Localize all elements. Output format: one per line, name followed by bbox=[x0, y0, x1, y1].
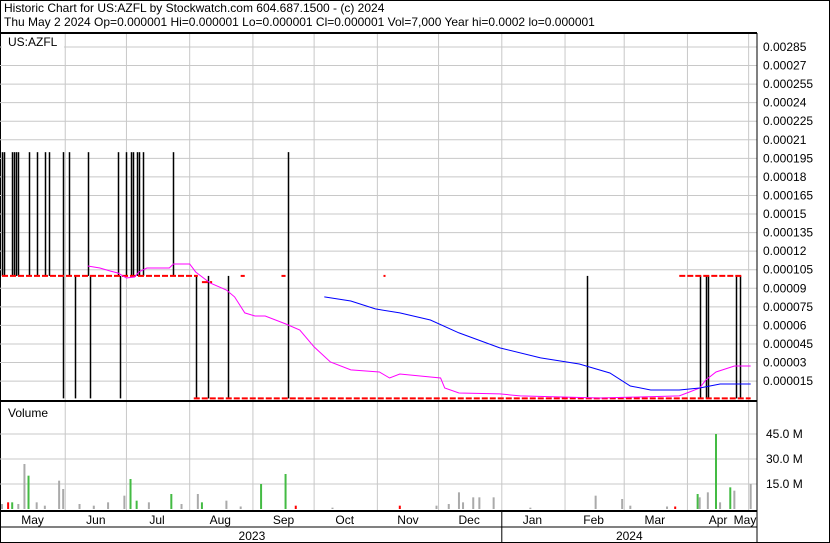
volume-bar bbox=[294, 505, 297, 509]
volume-bar bbox=[135, 500, 138, 509]
volume-bar bbox=[435, 505, 438, 509]
price-tick-label: 0.00006 bbox=[763, 318, 807, 332]
volume-bar bbox=[729, 487, 732, 509]
volume-bar bbox=[123, 495, 126, 509]
volume-bar bbox=[27, 475, 30, 509]
price-tick-label: 0.000045 bbox=[763, 337, 813, 351]
volume-bar bbox=[398, 505, 401, 509]
header-title: Historic Chart for US:AZFL by Stockwatch… bbox=[4, 1, 385, 15]
volume-bar bbox=[170, 494, 173, 509]
month-label: Nov bbox=[397, 513, 418, 527]
symbol-label: US:AZFL bbox=[8, 35, 58, 49]
volume-bar bbox=[447, 504, 450, 509]
volume-bar bbox=[698, 497, 701, 509]
volume-tick-label: 15.0 M bbox=[766, 477, 803, 491]
volume-bar bbox=[719, 502, 722, 509]
volume-bar bbox=[225, 500, 228, 509]
price-tick-label: 0.000105 bbox=[763, 263, 813, 277]
volume-bar bbox=[529, 507, 532, 509]
volume-bar bbox=[733, 490, 736, 509]
month-label: Jun bbox=[86, 513, 105, 527]
year-label: 2024 bbox=[616, 529, 643, 543]
volume-bar bbox=[17, 504, 20, 509]
month-label: Oct bbox=[335, 513, 354, 527]
price-tick-label: 0.000135 bbox=[763, 226, 813, 240]
volume-bar bbox=[594, 495, 597, 509]
volume-bar bbox=[200, 502, 203, 509]
month-label: Mar bbox=[644, 513, 665, 527]
volume-bar bbox=[706, 492, 709, 509]
volume-bar bbox=[23, 464, 26, 509]
volume-bar bbox=[260, 484, 263, 509]
year-label: 2023 bbox=[239, 529, 266, 543]
volume-label: Volume bbox=[8, 406, 48, 420]
price-tick-label: 0.00018 bbox=[763, 170, 807, 184]
volume-bar bbox=[284, 474, 287, 509]
price-tick-label: 0.00012 bbox=[763, 244, 807, 258]
volume-bar bbox=[107, 502, 110, 509]
price-tick-label: 0.000195 bbox=[763, 151, 813, 165]
volume-bar bbox=[147, 502, 150, 509]
price-tick-label: 0.000255 bbox=[763, 77, 813, 91]
volume-bar bbox=[129, 479, 132, 509]
volume-bar bbox=[62, 489, 65, 509]
volume-bar bbox=[621, 499, 624, 509]
stock-chart: Historic Chart for US:AZFL by Stockwatch… bbox=[0, 0, 830, 543]
price-tick-label: 0.00009 bbox=[763, 281, 807, 295]
volume-bar bbox=[478, 497, 481, 509]
price-tick-label: 0.000075 bbox=[763, 300, 813, 314]
volume-bar bbox=[472, 497, 475, 509]
price-tick-label: 0.000225 bbox=[763, 114, 813, 128]
volume-bar bbox=[239, 506, 242, 509]
volume-bar bbox=[749, 484, 752, 509]
month-label: Dec bbox=[458, 513, 479, 527]
month-label: Aug bbox=[210, 513, 231, 527]
month-label: May bbox=[21, 513, 44, 527]
volume-bar bbox=[462, 502, 465, 509]
volume-bar bbox=[180, 504, 183, 509]
volume-bar bbox=[7, 502, 10, 509]
month-label: Jan bbox=[523, 513, 542, 527]
price-tick-label: 0.00021 bbox=[763, 133, 807, 147]
volume-bar bbox=[629, 505, 632, 509]
volume-bar bbox=[331, 507, 334, 509]
volume-bar bbox=[666, 506, 669, 509]
price-tick-label: 0.00003 bbox=[763, 356, 807, 370]
volume-bar bbox=[196, 494, 199, 509]
month-label: Sep bbox=[273, 513, 295, 527]
volume-tick-label: 30.0 M bbox=[766, 452, 803, 466]
price-tick-label: 0.00285 bbox=[763, 40, 807, 54]
volume-bar bbox=[78, 504, 81, 509]
price-tick-label: 0.00027 bbox=[763, 59, 807, 73]
price-tick-label: 0.00024 bbox=[763, 96, 807, 110]
volume-bar bbox=[492, 497, 495, 509]
volume-bar bbox=[696, 494, 699, 509]
volume-bar bbox=[1, 504, 3, 509]
price-tick-label: 0.000015 bbox=[763, 374, 813, 388]
volume-tick-label: 45.0 M bbox=[766, 427, 803, 441]
chart-frame bbox=[0, 0, 830, 543]
volume-bar bbox=[674, 506, 677, 509]
volume-bar bbox=[58, 480, 61, 509]
month-label: Apr bbox=[709, 513, 728, 527]
month-label: Feb bbox=[583, 513, 604, 527]
month-label: May bbox=[734, 513, 757, 527]
price-tick-label: 0.000165 bbox=[763, 188, 813, 202]
volume-bar bbox=[35, 502, 38, 509]
volume-bar bbox=[457, 492, 460, 509]
volume-bar bbox=[43, 505, 46, 509]
month-label: Jul bbox=[149, 513, 164, 527]
header-quote: Thu May 2 2024 Op=0.000001 Hi=0.000001 L… bbox=[4, 15, 595, 29]
volume-bar bbox=[11, 502, 14, 509]
volume-bar bbox=[92, 505, 95, 509]
volume-bar bbox=[715, 434, 717, 509]
price-tick-label: 0.00015 bbox=[763, 207, 807, 221]
